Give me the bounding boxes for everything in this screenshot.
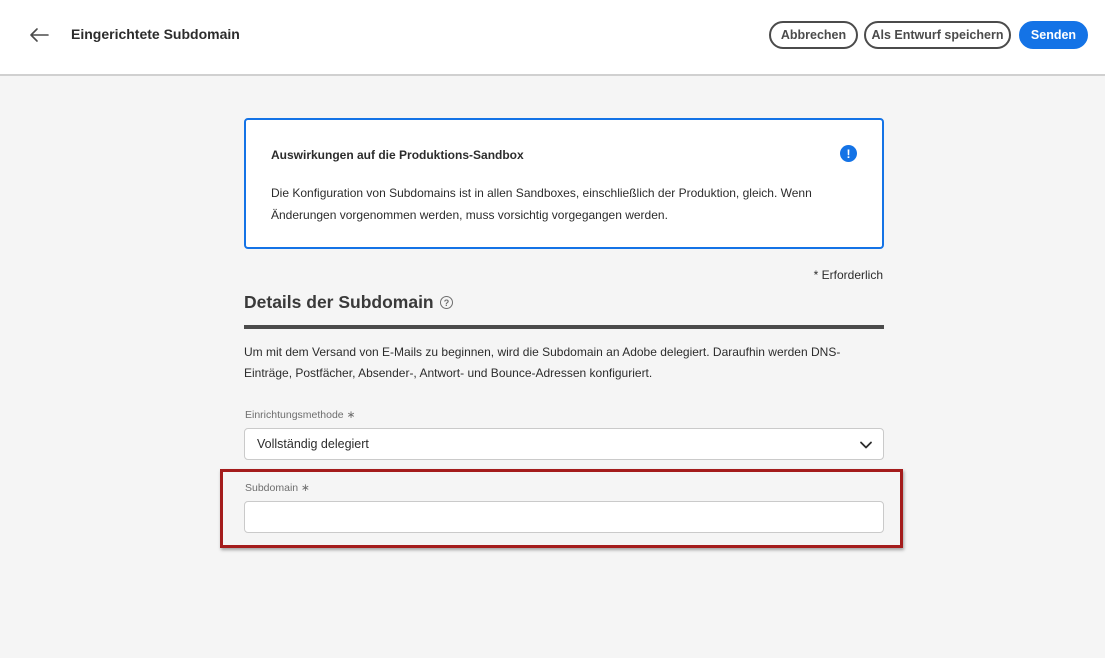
arrow-left-icon [30,28,49,42]
exclamation-icon: ! [840,145,857,162]
top-bar: Eingerichtete Subdomain Abbrechen Als En… [0,0,1105,76]
setup-method-label: Einrichtungsmethode ∗ [245,409,355,421]
help-icon[interactable]: ? [440,296,453,309]
production-sandbox-alert: Auswirkungen auf die Produktions-Sandbox… [244,118,884,249]
subdomain-input[interactable] [244,501,884,533]
chevron-down-icon [860,441,872,449]
setup-method-select[interactable]: Vollständig delegiert [244,428,884,460]
alert-body: Die Konfiguration von Subdomains ist in … [271,186,812,222]
back-button[interactable] [26,22,52,48]
required-note: * Erforderlich [813,268,883,282]
subdomain-label: Subdomain ∗ [245,482,310,494]
save-draft-button[interactable]: Als Entwurf speichern [864,21,1011,49]
setup-method-label-text: Einrichtungsmethode [245,409,344,421]
setup-method-value: Vollständig delegiert [257,437,369,451]
send-button[interactable]: Senden [1019,21,1088,49]
section-title: Details der Subdomain [244,292,434,312]
cancel-button[interactable]: Abbrechen [769,21,858,49]
required-mark: ∗ [301,482,310,494]
section-divider [244,325,884,329]
required-mark: ∗ [346,409,356,421]
alert-title: Auswirkungen auf die Produktions-Sandbox [271,148,524,162]
section-description: Um mit dem Versand von E-Mails zu beginn… [244,345,841,380]
subdomain-label-text: Subdomain [245,482,299,494]
page-title: Eingerichtete Subdomain [71,26,240,42]
